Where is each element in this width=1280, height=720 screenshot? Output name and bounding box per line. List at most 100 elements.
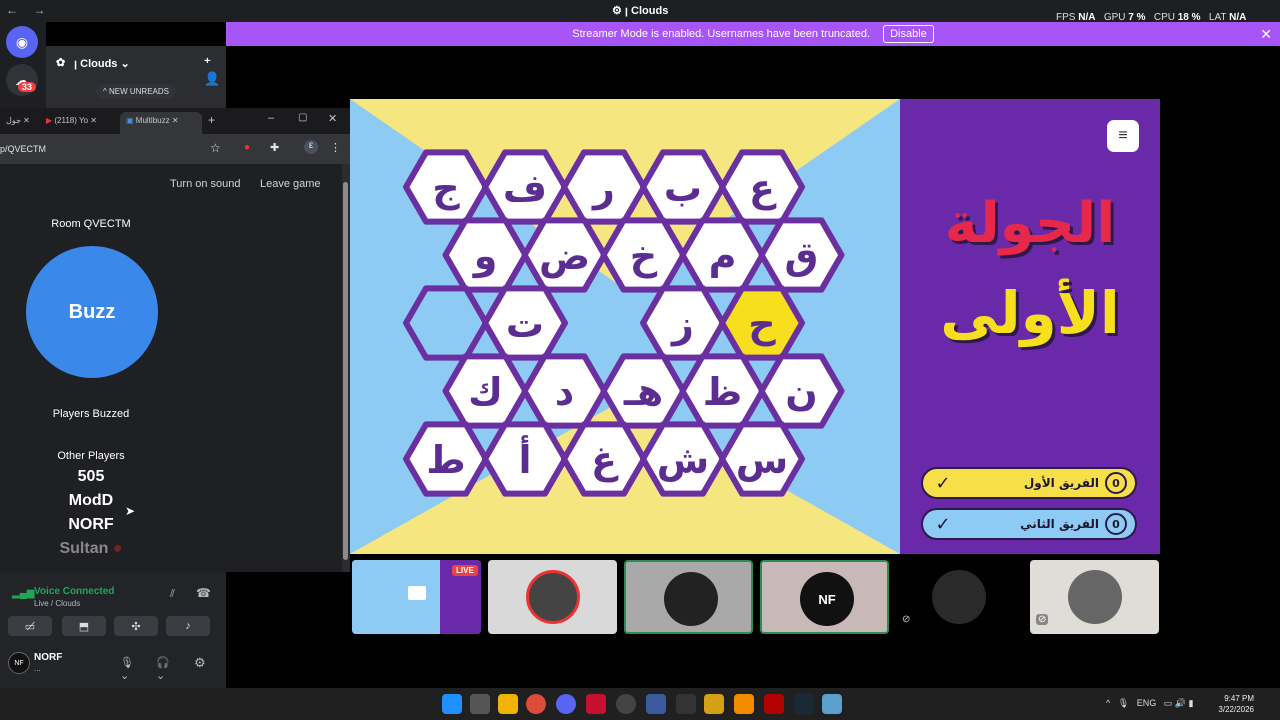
app-icon[interactable]	[646, 694, 666, 714]
discord-icon[interactable]	[556, 694, 576, 714]
banner-text: Streamer Mode is enabled. Usernames have…	[572, 28, 871, 40]
leave-game-link[interactable]: Leave game	[260, 178, 321, 190]
live-badge: LIVE	[452, 565, 478, 576]
window-title: ⚙ ꞁ Clouds	[612, 5, 669, 17]
back-forward-icons[interactable]: ← →	[6, 3, 51, 17]
scrollbar-thumb[interactable]	[343, 182, 348, 560]
profile-icon[interactable]: ε	[304, 140, 318, 154]
bookmark-star-icon[interactable]: ☆	[210, 141, 221, 155]
participant-tile[interactable]: ⊘	[894, 560, 1023, 634]
activities-button[interactable]: ✣	[114, 616, 158, 636]
app-icon[interactable]	[676, 694, 696, 714]
clock-date: 3/22/2026	[1218, 705, 1254, 714]
disable-button[interactable]: Disable	[883, 25, 934, 43]
steam-icon[interactable]	[794, 694, 814, 714]
clock[interactable]: 9:47 PM 3/22/2026	[1214, 693, 1254, 715]
participant-tile[interactable]: ⊘	[1030, 560, 1159, 634]
screen-share-icon	[408, 586, 426, 600]
participant-avatar	[664, 572, 718, 626]
participant-tile[interactable]	[624, 560, 753, 634]
avatar-initials: NF	[818, 591, 836, 607]
avatar[interactable]: NF	[8, 652, 30, 674]
hex-letter: هـ	[623, 370, 663, 414]
stream-tile[interactable]: LIVE	[352, 560, 481, 634]
maximize-icon[interactable]: ▢	[298, 112, 307, 123]
voice-status: Voice Connected	[34, 586, 115, 597]
noise-suppression-icon[interactable]: ⫽	[170, 588, 175, 601]
tab-3[interactable]: ▣ Multibuzz ✕	[120, 112, 202, 134]
discord-home-icon[interactable]: ◉	[6, 26, 38, 58]
check-icon[interactable]: ✓	[923, 514, 963, 535]
hex-letter: ض	[539, 234, 590, 278]
close-icon[interactable]: ✕	[1260, 22, 1272, 46]
app-icon[interactable]	[764, 694, 784, 714]
mention-badge: 33	[18, 82, 37, 92]
start-icon[interactable]	[442, 694, 462, 714]
minimize-icon[interactable]: –	[268, 112, 274, 124]
other-players-heading: Other Players	[57, 450, 125, 462]
soundboard-icon: ♪	[185, 620, 191, 632]
team2-score: ✓ الفريق الثاني 0	[921, 508, 1137, 540]
network-icon[interactable]: ▭	[1164, 698, 1173, 708]
tab-2[interactable]: ▶ (2118) Yo ✕	[40, 112, 116, 134]
settings-icon[interactable]	[616, 694, 636, 714]
status-dot-icon: ●	[112, 540, 123, 557]
battery-icon[interactable]: ▮	[1189, 698, 1194, 708]
hex-letter: ش	[657, 438, 709, 482]
app-icon[interactable]	[822, 694, 842, 714]
player-name: Sultan ●	[0, 540, 182, 558]
hex-letter: ع	[749, 166, 777, 210]
hex-cell[interactable]	[403, 285, 489, 361]
hex-letter: خ	[630, 234, 658, 278]
participant-tile[interactable]: NF	[760, 560, 889, 634]
tab-2-label: (2118) Yo	[54, 116, 89, 125]
activities-icon: ✣	[131, 620, 141, 633]
window-close-icon[interactable]: ✕	[328, 112, 337, 125]
hex-letter: ط	[426, 438, 465, 482]
server-header[interactable]: ✿ ꞁ Clouds ⌄ ⁺👤	[46, 46, 226, 86]
volume-icon[interactable]: 🔊	[1175, 698, 1186, 708]
camera-button[interactable]: ▭̸	[8, 616, 52, 636]
extension-badge-icon[interactable]: ●	[244, 142, 250, 153]
disconnect-icon[interactable]: ☎	[196, 586, 211, 600]
file-explorer-icon[interactable]	[498, 694, 518, 714]
tab-3-label: Multibuzz	[135, 116, 170, 125]
round-title-line2: الأولى	[940, 279, 1120, 347]
app-icon[interactable]	[586, 694, 606, 714]
chrome-icon[interactable]	[526, 694, 546, 714]
kebab-menu-icon[interactable]: ⋮	[330, 141, 341, 154]
app-icon[interactable]	[734, 694, 754, 714]
hamburger-menu-icon[interactable]: ≡	[1107, 120, 1139, 152]
new-unreads-pill[interactable]: ^ NEW UNREADS	[96, 84, 176, 99]
username: NORF	[34, 652, 63, 663]
taskview-icon[interactable]	[470, 694, 490, 714]
extensions-icon[interactable]: ✚	[270, 141, 279, 154]
new-tab-icon[interactable]: +	[208, 113, 215, 127]
turn-on-sound-link[interactable]: Turn on sound	[170, 178, 241, 190]
scrollbar[interactable]	[342, 164, 350, 572]
muted-icon: ⊘	[1036, 614, 1049, 625]
voice-channel[interactable]: Live / Clouds	[34, 599, 80, 608]
player-name-text: Sultan	[59, 540, 109, 557]
language-indicator[interactable]: ENG	[1137, 698, 1157, 708]
url-text[interactable]: p/QVECTM	[0, 144, 46, 154]
players-buzzed-heading: Players Buzzed	[52, 408, 130, 420]
gear-icon[interactable]: ⚙	[194, 655, 206, 671]
mic-icon[interactable]: 🎙⌄	[120, 656, 134, 682]
hex-letter: غ	[591, 438, 619, 482]
app-icon[interactable]	[704, 694, 724, 714]
user-status: ...	[34, 664, 41, 673]
buzz-button[interactable]: Buzz	[26, 246, 158, 378]
tab-1[interactable]: جول ✕	[0, 112, 36, 134]
server-icon: ✿	[56, 57, 66, 69]
participant-tile[interactable]	[488, 560, 617, 634]
check-icon[interactable]: ✓	[923, 473, 963, 494]
invite-icon[interactable]: ⁺👤	[204, 55, 226, 87]
game-board: ج ف ر ب ع و ض خ م ق ت ز ح ك د هـ ظ ن ط أ غ ش س	[350, 99, 900, 554]
chevron-up-icon[interactable]: ^	[1106, 698, 1110, 708]
soundboard-button[interactable]: ♪	[166, 616, 210, 636]
screen-share-button[interactable]: ⬒	[62, 616, 106, 636]
headphones-icon[interactable]: 🎧⌄	[156, 656, 170, 682]
address-bar[interactable]: p/QVECTM ☆ ● ✚ ε ⋮	[0, 134, 350, 164]
mic-icon[interactable]: 🎙	[1118, 698, 1129, 708]
